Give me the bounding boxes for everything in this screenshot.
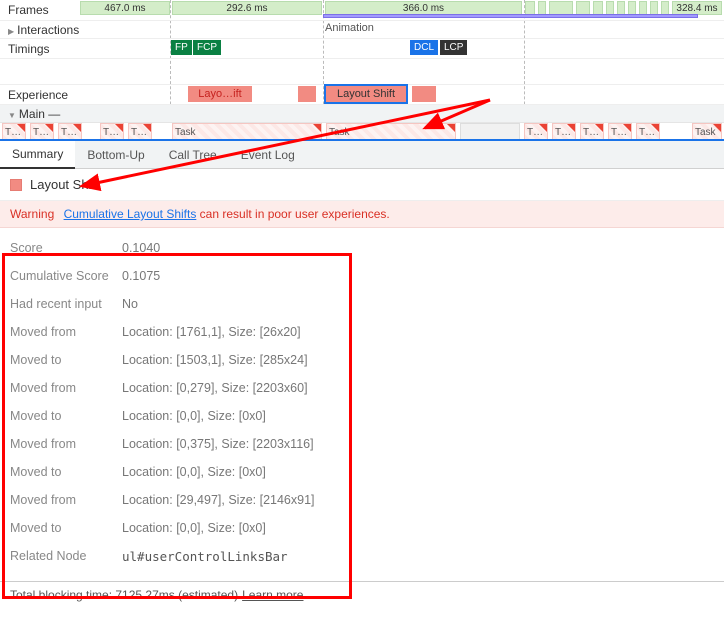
tab-event-log[interactable]: Event Log <box>229 141 307 169</box>
details-key: Moved to <box>10 353 122 367</box>
frame-block[interactable] <box>593 1 603 15</box>
details-key: Moved to <box>10 409 122 423</box>
frame-block[interactable] <box>538 1 546 15</box>
details-value: Location: [1761,1], Size: [26x20] <box>122 325 301 339</box>
frame-block[interactable]: 292.6 ms <box>172 1 322 15</box>
main-tasks-row[interactable]: T… T… T… T… T… Task Task T… T… T… T… T… … <box>0 122 724 140</box>
details-value: Location: [29,497], Size: [2146x91] <box>122 493 315 507</box>
warning-bar: Warning Cumulative Layout Shifts can res… <box>0 201 724 228</box>
frame-block[interactable] <box>576 1 590 15</box>
frame-block[interactable] <box>617 1 625 15</box>
details-key: Related Node <box>10 549 122 564</box>
learn-more-link[interactable]: Learn more <box>242 588 303 602</box>
layout-shift-block[interactable] <box>298 86 316 102</box>
summary-details: Score0.1040Cumulative Score0.1075Had rec… <box>0 228 724 581</box>
animation-label: Animation <box>325 22 374 34</box>
frame-block[interactable]: 328.4 ms <box>672 1 722 15</box>
badge-dcl[interactable]: DCL <box>410 40 438 55</box>
details-value: Location: [1503,1], Size: [285x24] <box>122 353 308 367</box>
track-frames: Frames 467.0 ms 292.6 ms 366.0 ms 328.4 … <box>0 0 724 20</box>
details-row: Had recent inputNo <box>10 290 345 318</box>
track-interactions: Interactions Animation <box>0 20 724 38</box>
details-value: 0.1040 <box>122 241 160 255</box>
details-value: Location: [0,0], Size: [0x0] <box>122 521 266 535</box>
tab-call-tree[interactable]: Call Tree <box>157 141 229 169</box>
details-value: Location: [0,279], Size: [2203x60] <box>122 381 308 395</box>
details-key: Moved from <box>10 437 122 451</box>
details-key: Had recent input <box>10 297 122 311</box>
details-value: ul#userControlLinksBar <box>122 549 288 564</box>
frame-block[interactable] <box>628 1 636 15</box>
details-key: Moved from <box>10 325 122 339</box>
frame-block[interactable] <box>661 1 669 15</box>
color-chip-icon <box>10 179 22 191</box>
badge-fcp[interactable]: FCP <box>193 40 221 55</box>
summary-title: Layout Shift <box>30 177 99 192</box>
warning-label: Warning <box>10 207 54 221</box>
tab-summary[interactable]: Summary <box>0 141 75 169</box>
timeline-panel[interactable]: Frames 467.0 ms 292.6 ms 366.0 ms 328.4 … <box>0 0 724 141</box>
frame-block[interactable] <box>525 1 535 15</box>
warning-rest: can result in poor user experiences. <box>196 207 389 221</box>
layout-shift-block[interactable] <box>412 86 436 102</box>
track-label-frames: Frames <box>0 3 80 17</box>
badge-lcp[interactable]: LCP <box>440 40 467 55</box>
details-value: No <box>122 297 138 311</box>
details-key: Moved to <box>10 465 122 479</box>
frame-block[interactable] <box>606 1 614 15</box>
details-key: Moved from <box>10 381 122 395</box>
details-value: Location: [0,375], Size: [2203x116] <box>122 437 314 451</box>
details-value: Location: [0,0], Size: [0x0] <box>122 409 266 423</box>
warning-link[interactable]: Cumulative Layout Shifts <box>64 207 197 221</box>
details-row: Moved fromLocation: [0,375], Size: [2203… <box>10 430 345 458</box>
track-label-main[interactable]: Main — <box>0 107 80 121</box>
summary-title-row: Layout Shift <box>0 169 724 201</box>
footer-bar: Total blocking time: 7125.27ms (estimate… <box>0 581 724 608</box>
frame-block[interactable]: 366.0 ms <box>325 1 522 15</box>
layout-shift-block-selected[interactable]: Layout Shift <box>326 86 406 102</box>
track-label-interactions[interactable]: Interactions <box>0 23 80 37</box>
details-value: Location: [0,0], Size: [0x0] <box>122 465 266 479</box>
frame-block[interactable]: 467.0 ms <box>80 1 170 15</box>
details-row: Cumulative Score0.1075 <box>10 262 345 290</box>
frame-block[interactable] <box>549 1 573 15</box>
track-main[interactable]: Main — <box>0 104 724 122</box>
details-key: Moved from <box>10 493 122 507</box>
frame-block[interactable] <box>650 1 658 15</box>
details-value: 0.1075 <box>122 269 160 283</box>
layout-shift-block[interactable]: Layo…ift <box>188 86 252 102</box>
details-row: Moved toLocation: [0,0], Size: [0x0] <box>10 514 345 542</box>
track-spacer <box>0 58 724 84</box>
footer-text: Total blocking time: 7125.27ms (estimate… <box>10 588 238 602</box>
track-label-timings: Timings <box>0 42 80 56</box>
track-timings: Timings FP FCP DCL LCP <box>0 38 724 58</box>
details-tabs: Summary Bottom-Up Call Tree Event Log <box>0 141 724 169</box>
details-row: Moved fromLocation: [29,497], Size: [214… <box>10 486 345 514</box>
details-row: Moved toLocation: [0,0], Size: [0x0] <box>10 458 345 486</box>
details-key: Score <box>10 241 122 255</box>
details-key: Moved to <box>10 521 122 535</box>
details-row: Moved fromLocation: [0,279], Size: [2203… <box>10 374 345 402</box>
details-key: Cumulative Score <box>10 269 122 283</box>
frame-block[interactable] <box>639 1 647 15</box>
details-row: Moved toLocation: [1503,1], Size: [285x2… <box>10 346 345 374</box>
track-experience: Experience Layo…ift Layout Shift <box>0 84 724 104</box>
details-row: Related Nodeul#userControlLinksBar <box>10 542 345 571</box>
details-row: Moved toLocation: [0,0], Size: [0x0] <box>10 402 345 430</box>
details-row: Moved fromLocation: [1761,1], Size: [26x… <box>10 318 345 346</box>
badge-fp[interactable]: FP <box>171 40 192 55</box>
track-label-experience: Experience <box>0 88 80 102</box>
details-row: Score0.1040 <box>10 234 345 262</box>
activity-bar <box>323 14 698 18</box>
tab-bottom-up[interactable]: Bottom-Up <box>75 141 156 169</box>
